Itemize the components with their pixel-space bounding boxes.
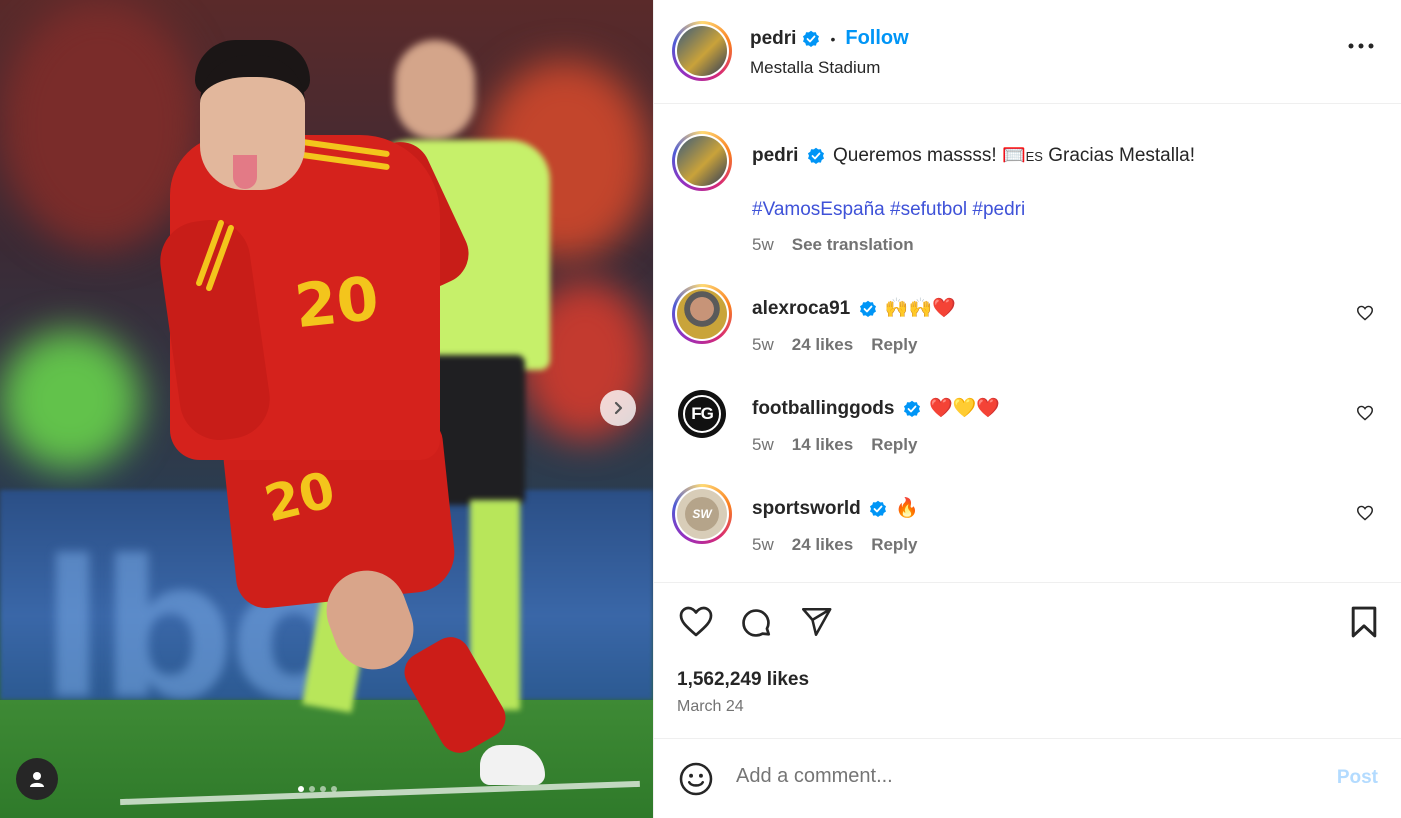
more-options-button[interactable] [1348, 36, 1374, 54]
crowd-blur [0, 330, 140, 470]
pitch [0, 700, 653, 818]
more-icon [1348, 43, 1374, 49]
goal-net-emoji: 🥅 [1001, 144, 1026, 166]
comment-line: alexroca91 🙌🙌❤️ [752, 296, 956, 320]
carousel-dot [331, 786, 337, 792]
verified-badge-icon [807, 147, 824, 164]
comment-likes[interactable]: 24 likes [792, 335, 853, 355]
flag-emoji: ES [1025, 149, 1043, 164]
commenter-username[interactable]: alexroca91 [752, 298, 850, 319]
verified-badge-icon [870, 500, 887, 517]
like-comment-heart-icon[interactable] [1356, 405, 1374, 421]
post-date[interactable]: March 24 [677, 698, 744, 716]
reply-button[interactable]: Reply [871, 335, 917, 355]
chevron-right-icon [614, 401, 623, 415]
comment-meta: 5w 24 likes Reply [752, 535, 917, 555]
post-actions: 1,562,249 likes March 24 [654, 582, 1401, 738]
player-tongue [233, 155, 257, 189]
tagged-users-button[interactable] [16, 758, 58, 800]
commenter-username[interactable]: sportsworld [752, 498, 861, 519]
sw-logo: SW [685, 497, 719, 531]
see-translation-link[interactable]: See translation [792, 235, 914, 255]
like-heart-icon[interactable] [678, 605, 714, 638]
like-comment-heart-icon[interactable] [1356, 505, 1374, 521]
comment-line: sportsworld 🔥 [752, 496, 919, 520]
jersey-number: 20 [291, 263, 382, 343]
comment-item: alexroca91 🙌🙌❤️ 5w 24 likes Reply [672, 284, 1382, 364]
caption-line: pedri Queremos massss! 🥅ES Gracias Mesta… [752, 143, 1195, 167]
post-side-panel: pedri • Follow Mestalla Stadium pedri Qu… [653, 0, 1401, 818]
comment-age[interactable]: 5w [752, 435, 774, 455]
author-line: pedri • Follow [750, 27, 909, 50]
user-icon [30, 772, 44, 787]
caption-age[interactable]: 5w [752, 235, 774, 255]
reply-button[interactable]: Reply [871, 535, 917, 555]
comment-bubble-icon[interactable] [738, 605, 774, 641]
comment-text: 🔥 [895, 497, 919, 519]
fg-logo: FG [683, 395, 721, 433]
carousel-dot [298, 786, 304, 792]
comment-age[interactable]: 5w [752, 535, 774, 555]
carousel-indicator [298, 786, 337, 792]
avatar-initials: SW [692, 507, 712, 521]
comment-meta: 5w 24 likes Reply [752, 335, 917, 355]
verified-badge-icon [859, 300, 876, 317]
caption-meta: 5w See translation [752, 235, 914, 255]
verified-badge-icon [803, 30, 820, 47]
post-media[interactable]: lbo 20 20 [0, 0, 653, 818]
commenter-avatar[interactable] [672, 284, 732, 344]
comment-likes[interactable]: 24 likes [792, 535, 853, 555]
comment-input[interactable] [736, 765, 1296, 788]
like-count[interactable]: 1,562,249 likes [677, 669, 809, 691]
reply-button[interactable]: Reply [871, 435, 917, 455]
comment-age[interactable]: 5w [752, 335, 774, 355]
carousel-dot [309, 786, 315, 792]
verified-badge-icon [903, 400, 920, 417]
save-bookmark-icon[interactable] [1348, 605, 1380, 639]
caption-hashtags[interactable]: #VamosEspaña #sefutbol #pedri [752, 199, 1025, 221]
post-comment-button[interactable]: Post [1337, 767, 1378, 789]
author-avatar[interactable] [672, 21, 732, 81]
carousel-next-button[interactable] [600, 390, 636, 426]
comment-item: SW sportsworld 🔥 5w 24 likes Reply [672, 484, 1382, 564]
commenter-avatar[interactable]: FG [678, 390, 726, 438]
comment-likes[interactable]: 14 likes [792, 435, 853, 455]
commenter-avatar[interactable]: SW [672, 484, 732, 544]
caption-username[interactable]: pedri [752, 145, 798, 166]
author-avatar[interactable] [672, 131, 732, 191]
post-header: pedri • Follow Mestalla Stadium [654, 0, 1401, 104]
comment-line: footballinggods ❤️💛❤️ [752, 396, 1000, 420]
share-paper-plane-icon[interactable] [798, 605, 834, 639]
author-username[interactable]: pedri [750, 28, 796, 50]
comment-meta: 5w 14 likes Reply [752, 435, 917, 455]
post-location[interactable]: Mestalla Stadium [750, 58, 880, 78]
separator-dot: • [830, 30, 836, 47]
commenter-username[interactable]: footballinggods [752, 398, 894, 419]
comment-bar: Post [654, 738, 1401, 818]
post-caption: pedri Queremos massss! 🥅ES Gracias Mesta… [672, 131, 1382, 261]
like-comment-heart-icon[interactable] [1356, 305, 1374, 321]
caption-text-rest: Gracias Mestalla! [1042, 145, 1196, 166]
comment-item: FG footballinggods ❤️💛❤️ 5w 14 likes Rep… [672, 384, 1382, 464]
comment-text: 🙌🙌❤️ [884, 297, 956, 319]
follow-button[interactable]: Follow [845, 27, 908, 50]
avatar-initials: FG [691, 404, 714, 423]
comment-text: ❤️💛❤️ [929, 397, 1001, 419]
carousel-dot [320, 786, 326, 792]
emoji-smiley-icon[interactable] [678, 761, 714, 797]
referee-head [395, 40, 475, 140]
caption-text: Queremos massss! [833, 145, 1002, 166]
